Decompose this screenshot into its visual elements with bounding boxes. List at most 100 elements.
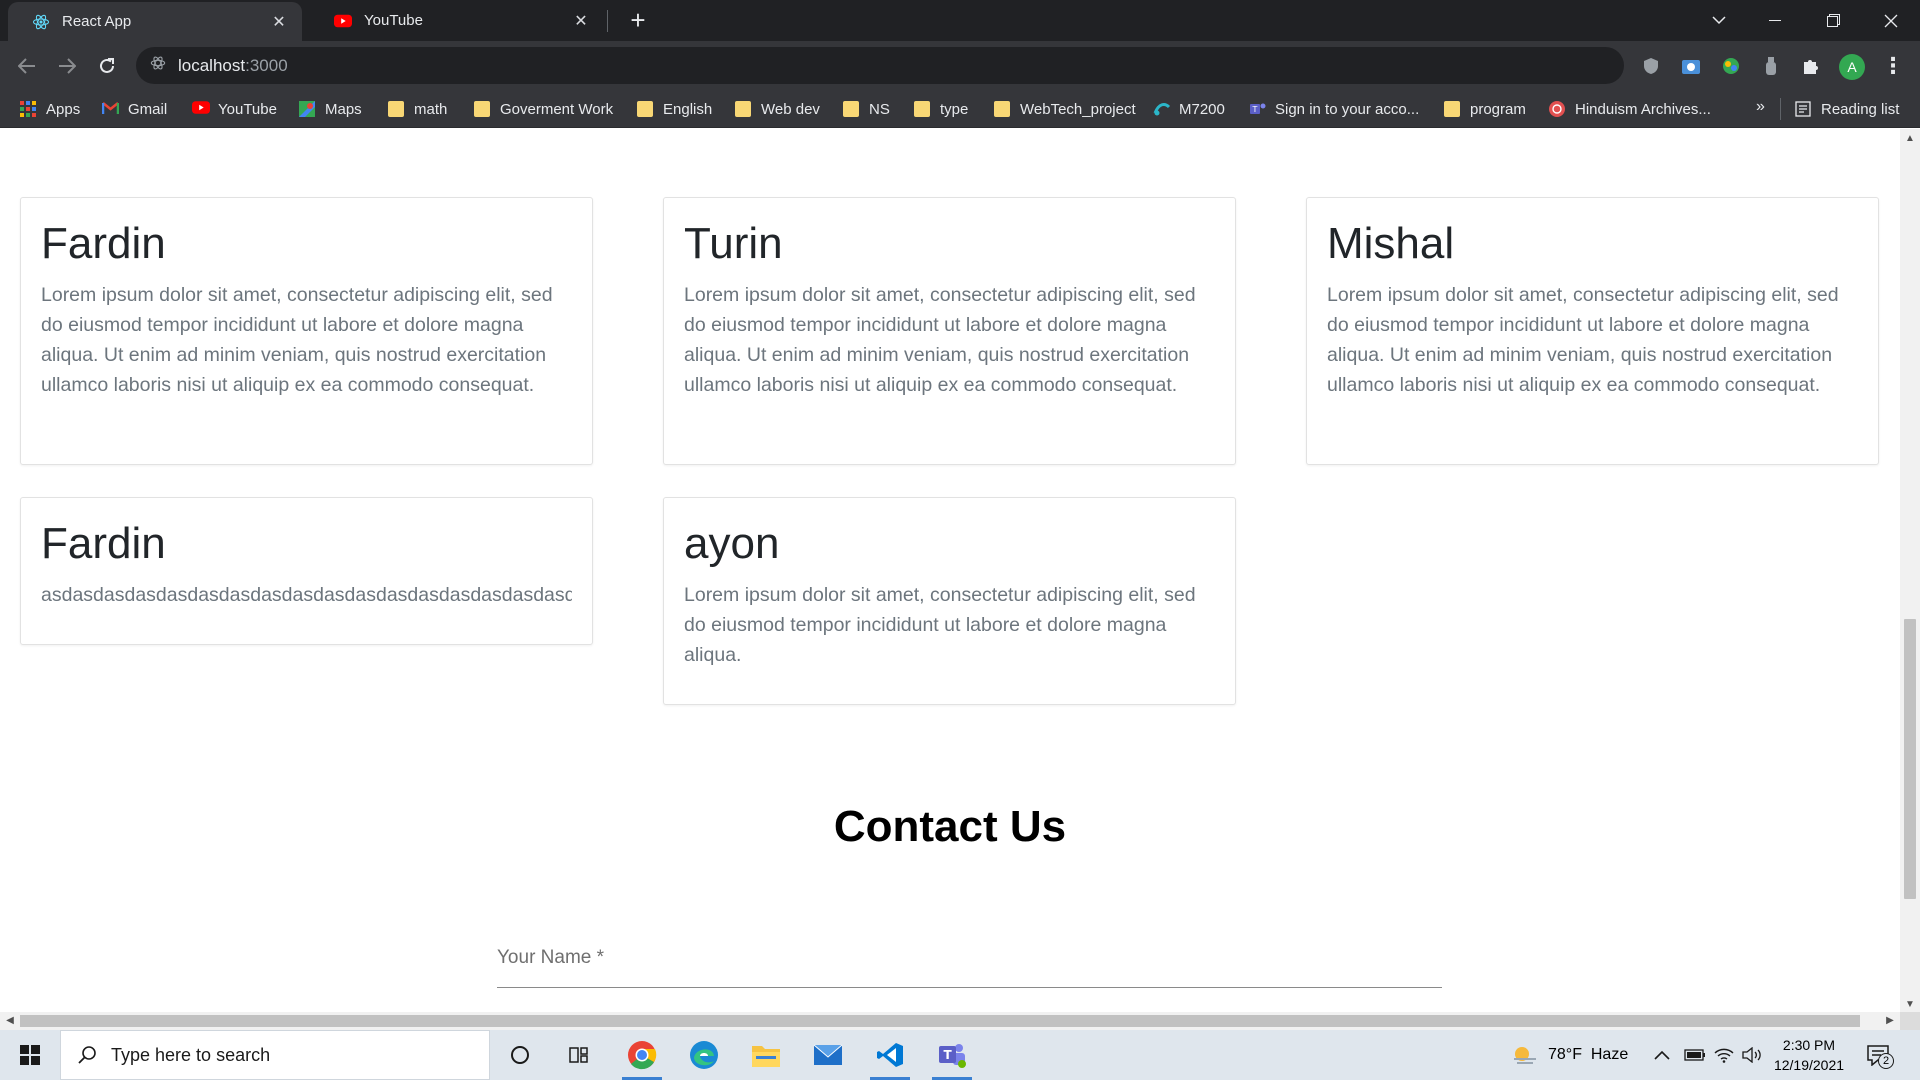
show-hidden-icons-chevron-icon[interactable] — [1654, 1030, 1670, 1080]
team-card: Turin Lorem ipsum dolor sit amet, consec… — [663, 197, 1236, 465]
back-arrow-icon[interactable] — [10, 49, 44, 83]
file-explorer-icon[interactable] — [742, 1035, 790, 1075]
vertical-scroll-thumb[interactable] — [1904, 619, 1916, 899]
your-name-field[interactable]: Your Name * — [497, 929, 1442, 999]
weather-widget[interactable]: 78°F Haze — [1512, 1030, 1628, 1080]
task-view-icon[interactable] — [556, 1035, 604, 1075]
horizontal-scrollbar[interactable]: ◀ ▶ — [0, 1012, 1900, 1030]
close-tab-icon[interactable]: ✕ — [270, 12, 288, 32]
shield-extension-icon[interactable] — [1638, 53, 1664, 79]
teams-icon: T — [1249, 101, 1266, 117]
bookmark-webtech-project[interactable]: WebTech_project — [994, 98, 1136, 120]
m7200-icon — [1153, 101, 1171, 117]
vertical-scrollbar[interactable]: ▲ ▼ — [1900, 129, 1920, 1012]
url-port: :3000 — [245, 55, 288, 75]
address-bar[interactable]: localhost:3000 — [136, 47, 1624, 84]
new-tab-button[interactable]: + — [624, 6, 652, 34]
minimize-button[interactable] — [1752, 0, 1798, 41]
bookmark-type[interactable]: type — [914, 98, 968, 120]
bookmark-web-dev[interactable]: Web dev — [735, 98, 820, 120]
screenshot-extension-icon[interactable] — [1678, 53, 1704, 79]
windows-start-icon[interactable] — [0, 1030, 60, 1080]
bookmark-label: Web dev — [761, 100, 820, 118]
bookmark-label: English — [663, 100, 713, 118]
bookmarks-overflow-button[interactable]: » — [1756, 98, 1765, 116]
cortana-icon[interactable] — [496, 1035, 544, 1075]
bookmark-label: Apps — [46, 100, 81, 118]
restore-button[interactable] — [1810, 0, 1856, 41]
horizontal-scroll-thumb[interactable] — [20, 1015, 1860, 1027]
clock-time: 2:30 PM — [1782, 1037, 1836, 1053]
reload-icon[interactable] — [90, 49, 124, 83]
tab-react-app[interactable]: React App ✕ — [8, 2, 302, 41]
bookmark-label: Gmail — [128, 100, 168, 118]
page-viewport: Fardin Lorem ipsum dolor sit amet, conse… — [0, 129, 1900, 1012]
card-title: Turin — [684, 219, 783, 268]
close-tab-icon[interactable]: ✕ — [572, 11, 590, 31]
volume-icon[interactable] — [1742, 1030, 1762, 1080]
search-icon — [77, 1045, 97, 1065]
hinduism-icon — [1549, 101, 1565, 117]
card-text: Lorem ipsum dolor sit amet, consectetur … — [684, 284, 1196, 396]
bookmark-label: WebTech_project — [1020, 100, 1136, 118]
apps-grid-icon — [20, 101, 36, 117]
forward-arrow-icon[interactable] — [50, 49, 84, 83]
team-card: Mishal Lorem ipsum dolor sit amet, conse… — [1306, 197, 1879, 465]
bookmark-apps[interactable]: Apps — [20, 98, 80, 120]
scroll-down-arrow-icon[interactable]: ▼ — [1900, 999, 1920, 1010]
color-extension-icon[interactable] — [1718, 53, 1744, 79]
browser-toolbar: localhost:3000 A ⋮ — [0, 41, 1920, 90]
card-text: Lorem ipsum dolor sit amet, consectetur … — [41, 284, 553, 396]
team-card: Fardin Lorem ipsum dolor sit amet, conse… — [20, 197, 593, 465]
taskbar-search-input[interactable]: Type here to search — [60, 1030, 490, 1080]
notifications-icon[interactable]: 2 — [1866, 1030, 1894, 1080]
card-text: asdasdasdasdasdasdasdasdasdasdasdasdasda… — [41, 584, 572, 606]
gmail-icon — [101, 101, 120, 117]
bookmark-label: type — [940, 100, 969, 118]
battery-icon[interactable] — [1684, 1030, 1706, 1080]
bookmark-m7200[interactable]: M7200 — [1153, 98, 1225, 120]
folder-icon — [994, 101, 1010, 117]
team-card: Fardin asdasdasdasdasdasdasdasdasdasdasd… — [20, 497, 593, 645]
bookmarks-bar: Apps Gmail YouTube Maps math Goverment W… — [0, 90, 1920, 128]
chrome-taskbar-icon[interactable] — [618, 1035, 666, 1080]
menu-kebab-icon[interactable]: ⋮ — [1882, 53, 1904, 79]
bookmark-ns[interactable]: NS — [843, 98, 890, 120]
bookmark-hinduism-archives[interactable]: Hinduism Archives... — [1549, 98, 1711, 120]
bookmark-label: math — [414, 100, 448, 118]
close-window-button[interactable] — [1868, 0, 1914, 41]
bookmark-goverment-work[interactable]: Goverment Work — [474, 98, 613, 120]
tab-youtube[interactable]: YouTube ✕ — [310, 0, 604, 41]
card-title: ayon — [684, 519, 780, 568]
taskbar-clock[interactable]: 2:30 PM 12/19/2021 — [1764, 1035, 1854, 1075]
vscode-icon[interactable] — [866, 1035, 914, 1080]
weather-text: 78°F Haze — [1548, 1046, 1629, 1063]
bookmark-program[interactable]: program — [1444, 98, 1526, 120]
scroll-right-arrow-icon[interactable]: ▶ — [1880, 1012, 1900, 1030]
edge-taskbar-icon[interactable] — [680, 1035, 728, 1075]
teams-taskbar-icon[interactable]: T — [928, 1035, 976, 1080]
scroll-up-arrow-icon[interactable]: ▲ — [1900, 133, 1920, 144]
bookmark-maps[interactable]: Maps — [299, 98, 362, 120]
bookmark-math[interactable]: math — [388, 98, 447, 120]
react-icon — [32, 13, 50, 31]
bookmark-english[interactable]: English — [637, 98, 712, 120]
scroll-left-arrow-icon[interactable]: ◀ — [0, 1012, 20, 1030]
bookmark-gmail[interactable]: Gmail — [101, 98, 168, 120]
wifi-icon[interactable] — [1714, 1030, 1734, 1080]
bottle-extension-icon[interactable] — [1758, 53, 1784, 79]
youtube-icon — [334, 12, 352, 30]
bookmark-label: NS — [869, 100, 890, 118]
bookmark-sign-in[interactable]: T Sign in to your acco... — [1249, 98, 1419, 120]
tab-search-chevron-icon[interactable] — [1696, 0, 1742, 41]
clock-date: 12/19/2021 — [1773, 1057, 1845, 1073]
youtube-icon — [192, 101, 210, 117]
puzzle-extensions-icon[interactable] — [1798, 53, 1824, 79]
reading-list-button[interactable]: Reading list — [1795, 98, 1899, 120]
mail-icon[interactable] — [804, 1035, 852, 1075]
bookmark-youtube[interactable]: YouTube — [192, 98, 277, 120]
maps-icon — [299, 101, 315, 117]
card-title: Fardin — [41, 219, 166, 268]
browser-tab-strip: React App ✕ YouTube ✕ + — [0, 0, 1920, 41]
profile-avatar[interactable]: A — [1839, 54, 1865, 80]
